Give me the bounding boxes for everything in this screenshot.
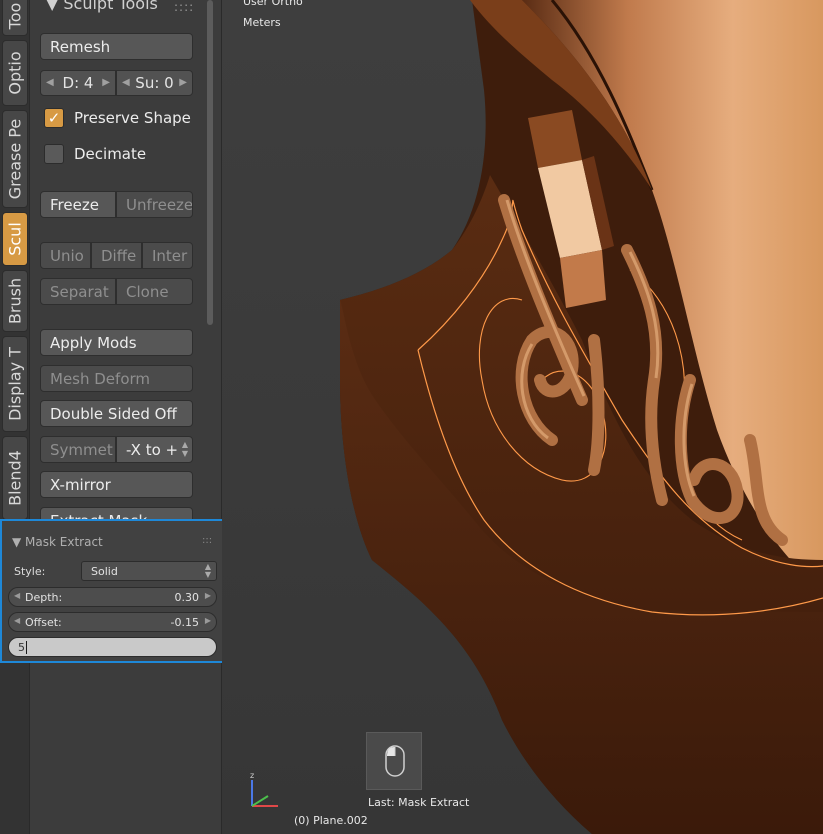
up-down-arrows-icon: ▲ ▼ [181,440,188,458]
tab-options[interactable]: Optio [2,40,28,106]
object-name-label: (0) Plane.002 [294,814,368,827]
axis-gizmo-icon: z [250,771,278,807]
sculpted-wood-mesh [340,0,823,834]
tab-display-tools[interactable]: Display T [2,336,28,432]
units-label: Meters [243,16,281,29]
boolean-union-button[interactable]: Unio [40,242,91,269]
remesh-subdiv-field[interactable]: ◀ Su: 0 ▶ [116,70,193,96]
symmetry-button[interactable]: Symmet [40,436,116,463]
panel-scrollbar[interactable] [207,0,213,325]
mask-extract-redo-panel: ▼ Mask Extract ::: Style: Solid ▲ ▼ ◀ Dep… [0,519,234,663]
tab-grease-pencil[interactable]: Grease Pe [2,110,28,208]
symmetry-direction-select[interactable]: -X to + ▲ ▼ [116,436,193,463]
up-down-arrows-icon: ▲ ▼ [204,562,211,579]
mouse-icon [366,732,422,790]
text-cursor [26,640,27,654]
sculpt-tools-header[interactable]: ▼ Sculpt Tools [46,0,158,13]
unfreeze-button[interactable]: Unfreeze [116,191,193,218]
increment-arrow-icon[interactable]: ▶ [205,591,211,600]
boolean-intersect-button[interactable]: Inter [142,242,193,269]
decrement-arrow-icon[interactable]: ◀ [14,616,20,625]
x-mirror-button[interactable]: X-mirror [40,471,193,498]
apply-mods-button[interactable]: Apply Mods [40,329,193,356]
boolean-difference-button[interactable]: Diffe [91,242,142,269]
increment-arrow-icon[interactable]: ▶ [179,77,187,88]
tab-sculpt[interactable]: Scul [2,212,28,266]
smooth-steps-input[interactable]: 5 [8,637,217,657]
offset-field[interactable]: ◀ Offset: -0.15 ▶ [8,612,217,632]
view-name-label: User Ortho [243,0,303,8]
increment-arrow-icon[interactable]: ▶ [205,616,211,625]
decrement-arrow-icon[interactable]: ◀ [122,77,130,88]
tab-brush[interactable]: Brush [2,270,28,332]
last-operator-label: Last: Mask Extract [368,796,470,809]
checkbox-empty-icon [44,144,64,164]
preserve-shape-checkbox[interactable]: ✓ Preserve Shape [44,106,194,130]
tab-tools[interactable]: Too [2,0,28,36]
tab-blend4[interactable]: Blend4 [2,436,28,520]
increment-arrow-icon[interactable]: ▶ [102,77,110,88]
svg-text:z: z [250,771,254,780]
3d-viewport[interactable]: User Ortho Meters Last: Mask Extract (0)… [222,0,823,834]
clone-button[interactable]: Clone [116,278,193,305]
decimate-checkbox[interactable]: Decimate [44,142,194,166]
freeze-button[interactable]: Freeze [40,191,116,218]
tool-shelf-tabs: Too Optio Grease Pe Scul Brush Display T… [0,0,30,834]
style-label: Style: [14,565,46,578]
decrement-arrow-icon[interactable]: ◀ [14,591,20,600]
panel-drag-grip-icon[interactable]: :::: [174,0,194,14]
mesh-deform-button[interactable]: Mesh Deform [40,365,193,392]
decrement-arrow-icon[interactable]: ◀ [46,77,54,88]
remesh-depth-field[interactable]: ◀ D: 4 ▶ [40,70,116,96]
mask-extract-title[interactable]: ▼ Mask Extract [12,535,103,549]
panel-drag-grip-icon[interactable]: ::: [202,535,212,546]
style-select[interactable]: Solid ▲ ▼ [81,561,217,581]
double-sided-button[interactable]: Double Sided Off [40,400,193,427]
separate-button[interactable]: Separat [40,278,116,305]
remesh-button[interactable]: Remesh [40,33,193,60]
depth-field[interactable]: ◀ Depth: 0.30 ▶ [8,587,217,607]
checkmark-icon: ✓ [44,108,64,128]
